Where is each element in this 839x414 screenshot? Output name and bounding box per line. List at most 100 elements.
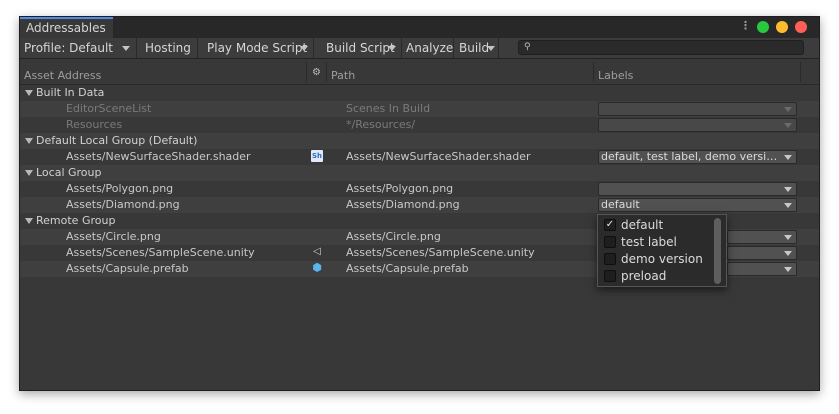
asset-path: */Resources/ <box>346 118 416 131</box>
labels-value: default <box>601 199 640 211</box>
labels-dropdown[interactable] <box>598 182 797 196</box>
play-mode-label: Play Mode Script <box>207 41 308 55</box>
asset-path: Assets/Polygon.png <box>346 182 454 195</box>
labels-dropdown[interactable]: default <box>598 198 797 212</box>
column-labels[interactable]: Labels <box>598 69 633 82</box>
labels-dropdown <box>598 118 797 132</box>
asset-path: Assets/Diamond.png <box>346 198 460 211</box>
analyze-button[interactable]: Analyze <box>402 38 454 58</box>
prefab-icon: ⬢ <box>312 261 322 274</box>
checkbox[interactable]: ✓ <box>604 219 616 231</box>
chevron-down-icon <box>784 267 792 272</box>
scene-icon: ◁ <box>313 246 321 257</box>
addressables-window: Addressables ⋮ Profile: Default Hosting … <box>19 16 820 391</box>
chevron-down-icon <box>388 46 396 51</box>
close-button[interactable] <box>795 21 807 33</box>
labels-dropdown[interactable] <box>727 262 797 276</box>
asset-address: Assets/NewSurfaceShader.shader <box>66 150 251 163</box>
asset-address: EditorSceneList <box>66 102 152 115</box>
hosting-button[interactable]: Hosting <box>141 38 198 58</box>
asset-path: Assets/Capsule.prefab <box>346 262 469 275</box>
chevron-down-icon <box>784 235 792 240</box>
chevron-down-icon <box>784 155 792 160</box>
asset-address: Assets/Polygon.png <box>66 182 174 195</box>
window-menu-icon[interactable]: ⋮ <box>740 19 751 32</box>
table-row[interactable]: Assets/Diamond.png Assets/Diamond.png de… <box>20 197 819 213</box>
labels-dropdown[interactable] <box>727 246 797 260</box>
play-mode-script-dropdown[interactable]: Play Mode Script <box>203 38 314 58</box>
group-name: Built In Data <box>36 86 105 99</box>
build-script-label: Build Script <box>326 41 395 55</box>
checkbox[interactable] <box>604 253 616 265</box>
column-asset-address[interactable]: Asset Address <box>24 69 101 82</box>
table-row[interactable]: Assets/NewSurfaceShader.shader Sh Assets… <box>20 149 819 165</box>
labels-dropdown[interactable] <box>727 230 797 244</box>
labels-dropdown <box>598 102 797 116</box>
chevron-down-icon <box>487 46 495 51</box>
popup-scrollbar[interactable] <box>714 218 721 284</box>
minimize-button[interactable] <box>776 21 788 33</box>
chevron-down-icon <box>122 46 130 51</box>
checkbox[interactable] <box>604 236 616 248</box>
table-row[interactable]: Assets/Polygon.png Assets/Polygon.png <box>20 181 819 197</box>
asset-path: Assets/Circle.png <box>346 230 441 243</box>
label-option-text: preload <box>621 269 667 283</box>
checkbox[interactable] <box>604 270 616 282</box>
column-divider[interactable] <box>593 62 594 82</box>
table-row[interactable]: EditorSceneList Scenes In Build <box>20 101 819 117</box>
build-dropdown[interactable]: Build <box>455 38 499 58</box>
column-divider[interactable] <box>800 62 801 82</box>
chevron-down-icon <box>784 251 792 256</box>
build-label: Build <box>459 41 490 55</box>
settings-icon[interactable]: ⚙ <box>312 67 321 78</box>
column-divider[interactable] <box>306 62 307 82</box>
expand-triangle-icon[interactable] <box>25 90 33 96</box>
tab-title: Addressables <box>26 21 106 35</box>
asset-address: Assets/Capsule.prefab <box>66 262 189 275</box>
asset-path: Assets/NewSurfaceShader.shader <box>346 150 531 163</box>
search-icon: ⚲ <box>524 42 531 52</box>
group-name: Default Local Group (Default) <box>36 134 198 147</box>
chevron-down-icon <box>784 107 792 112</box>
asset-address: Assets/Scenes/SampleScene.unity <box>66 246 255 259</box>
group-row[interactable]: Built In Data <box>20 85 819 101</box>
asset-address: Assets/Circle.png <box>66 230 161 243</box>
label-option-text: demo version <box>621 252 703 266</box>
expand-triangle-icon[interactable] <box>25 138 33 144</box>
analyze-label: Analyze <box>406 41 454 55</box>
hosting-label: Hosting <box>145 41 191 55</box>
group-row[interactable]: Default Local Group (Default) <box>20 133 819 149</box>
chevron-down-icon <box>784 203 792 208</box>
column-divider[interactable] <box>326 62 327 82</box>
column-header-row: Asset Address ⚙ Path Labels <box>20 60 819 85</box>
maximize-button[interactable] <box>757 21 769 33</box>
asset-address: Assets/Diamond.png <box>66 198 180 211</box>
profile-dropdown[interactable]: Profile: Default <box>20 38 137 58</box>
label-option-text: default <box>621 218 664 232</box>
labels-dropdown[interactable]: default, test label, demo version... <box>598 150 797 164</box>
labels-value: default, test label, demo version... <box>601 151 781 163</box>
asset-address: Resources <box>66 118 123 131</box>
group-name: Local Group <box>36 166 102 179</box>
expand-triangle-icon[interactable] <box>25 218 33 224</box>
column-path[interactable]: Path <box>331 69 355 82</box>
chevron-down-icon <box>300 46 308 51</box>
profile-label: Profile: Default <box>24 41 114 55</box>
group-name: Remote Group <box>36 214 116 227</box>
build-script-dropdown[interactable]: Build Script <box>322 38 402 58</box>
label-option-text: test label <box>621 235 677 249</box>
expand-triangle-icon[interactable] <box>25 170 33 176</box>
chevron-down-icon <box>784 187 792 192</box>
labels-popup: ✓ default test label demo version preloa… <box>597 214 727 287</box>
search-input[interactable] <box>535 41 801 54</box>
table-row[interactable]: Resources */Resources/ <box>20 117 819 133</box>
search-field[interactable]: ⚲ <box>518 40 804 55</box>
tab-addressables[interactable]: Addressables <box>20 17 113 38</box>
toolbar: Profile: Default Hosting Play Mode Scrip… <box>20 38 819 59</box>
shader-icon: Sh <box>311 150 323 162</box>
tab-strip: Addressables ⋮ <box>20 17 819 38</box>
asset-path: Assets/Scenes/SampleScene.unity <box>346 246 535 259</box>
asset-path: Scenes In Build <box>346 102 431 115</box>
chevron-down-icon <box>784 123 792 128</box>
group-row[interactable]: Local Group <box>20 165 819 181</box>
